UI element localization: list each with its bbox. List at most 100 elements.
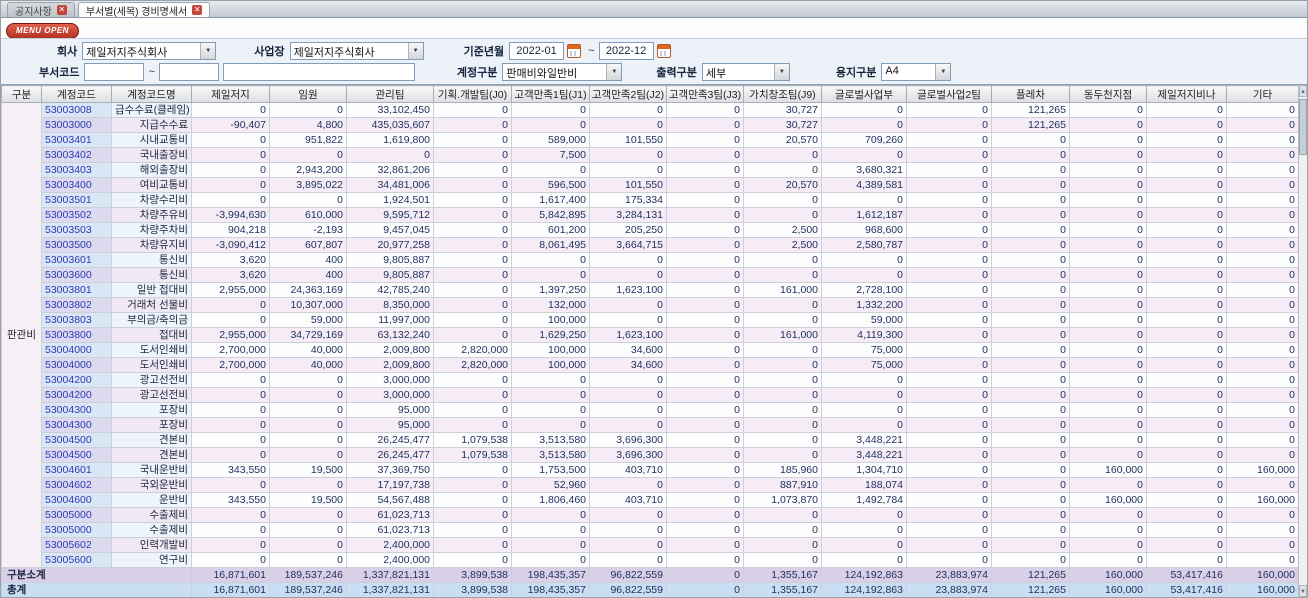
site-value: 제일저지주식회사 bbox=[293, 46, 375, 59]
table-row[interactable]: 53004602 국외운반비 0 0 17,197,738 0 52,960 0 0 887,91… bbox=[2, 477, 1299, 493]
table-row[interactable]: 판관비 53003008 급수수료(클레임) 0 0 33,102,450 0 0 0 0 30,7… bbox=[1, 102, 1299, 568]
table-row[interactable]: 53004200 광고선전비 0 0 3,000,000 0 0 0 0 0 0 0 0 0 0 0 bbox=[2, 387, 1299, 403]
total-row[interactable]: 총계 16,871,601 189,537,246 1,337,821,131 3,89… bbox=[1, 582, 1299, 597]
value-cell: 0 bbox=[743, 387, 822, 403]
table-row[interactable]: 53005000 수출제비 0 0 61,023,713 0 0 0 0 0 0 0 0 0 0 0 bbox=[2, 507, 1299, 523]
value-cell: 610,000 bbox=[269, 207, 347, 223]
table-row[interactable]: 53003403 해외출장비 0 2,943,200 32,861,206 0 0 0 0 0 3,… bbox=[2, 162, 1299, 178]
expense-table: 구분 계정코드 계정코드명 제일저지 임원 관리팀 기획.개발팀(J0) 고객만족1팀(J1)… bbox=[1, 85, 1299, 597]
table-row[interactable]: 53004300 포장비 0 0 95,000 0 0 0 0 0 0 0 0 0 0 0 bbox=[2, 402, 1299, 418]
account-type-select[interactable]: 판매비와일반비 ▼ bbox=[502, 62, 623, 81]
close-icon[interactable]: ✕ bbox=[192, 5, 203, 15]
value-cell: 0 bbox=[743, 537, 822, 553]
account-code: 53005602 bbox=[41, 537, 112, 553]
value-cell: 0 bbox=[906, 237, 992, 253]
table-row[interactable]: 53003503 차량주차비 904,218 -2,193 9,457,045 0 601,… bbox=[2, 222, 1299, 238]
table-row[interactable]: 53003501 차량수리비 0 0 1,924,501 0 1,617,400 175,33… bbox=[2, 192, 1299, 208]
value-cell: 0 bbox=[991, 132, 1070, 148]
value-cell: 0 bbox=[589, 147, 667, 163]
value-cell: 0 bbox=[1069, 342, 1147, 358]
site-select[interactable]: 제일저지주식회사 ▼ bbox=[289, 41, 424, 60]
value-cell: 0 bbox=[433, 147, 512, 163]
value-cell: 0 bbox=[1069, 477, 1147, 493]
table-row[interactable]: 53003000 지급수수료 -90,407 4,800 435,035,607 0 0 0 0… bbox=[2, 117, 1299, 133]
paper-type-select[interactable]: A4 ▼ bbox=[881, 62, 952, 81]
table-row[interactable]: 53004500 견본비 0 0 26,245,477 1,079,538 3,513,58… bbox=[2, 432, 1299, 448]
table-row[interactable]: 53005602 인력개발비 0 0 2,400,000 0 0 0 0 0 0 0 0 0 0 0 bbox=[2, 537, 1299, 553]
table-row[interactable]: 53003401 시내교통비 0 951,822 1,619,800 0 589,000 10… bbox=[2, 132, 1299, 148]
account-code: 53003802 bbox=[41, 297, 112, 313]
table-row[interactable]: 53003500 차량유지비 -3,090,412 607,807 20,977,258… bbox=[2, 237, 1299, 253]
output-type-select[interactable]: 세부 ▼ bbox=[701, 62, 790, 81]
subtotal-row[interactable]: 구분소계 16,871,601 189,537,246 1,337,821,131 3,… bbox=[1, 567, 1299, 583]
scroll-down-arrow[interactable]: ▼ bbox=[1299, 585, 1307, 597]
value-cell: 10,307,000 bbox=[269, 297, 347, 313]
value-cell: -3,994,630 bbox=[191, 207, 270, 223]
table-row[interactable]: 53003800 접대비 2,955,000 34,729,169 63,132,240… bbox=[2, 327, 1299, 343]
calendar-icon[interactable] bbox=[656, 43, 671, 58]
table-row[interactable]: 53004500 견본비 0 0 26,245,477 1,079,538 3,513,58… bbox=[2, 447, 1299, 463]
value-cell: 1,337,821,131 bbox=[346, 582, 434, 597]
tab-label: 공지사항 bbox=[15, 6, 52, 18]
table-row[interactable]: 53004601 국내운반비 343,550 19,500 37,369,750 0 1,7… bbox=[2, 462, 1299, 478]
table-row[interactable]: 53003803 부의금/축의금 0 59,000 11,997,000 0 100,000… bbox=[2, 312, 1299, 328]
tab-notice[interactable]: 공지사항 ✕ bbox=[7, 2, 75, 18]
vertical-scrollbar[interactable]: ▲ ▼ bbox=[1298, 85, 1307, 597]
table-row[interactable]: 53004000 도서인쇄비 2,700,000 40,000 2,009,800 2,8… bbox=[2, 357, 1299, 373]
table-row[interactable]: 53004600 운반비 343,550 19,500 54,567,488 0 1,806… bbox=[2, 492, 1299, 508]
account-code: 53004300 bbox=[41, 417, 112, 433]
close-icon[interactable]: ✕ bbox=[56, 5, 67, 15]
value-cell: 0 bbox=[191, 417, 270, 433]
table-row[interactable]: 53003502 차량주유비 -3,994,630 610,000 9,595,712 0… bbox=[2, 207, 1299, 223]
company-select[interactable]: 제일저지주식회사 ▼ bbox=[82, 41, 217, 60]
table-row[interactable]: 53003400 여비교통비 0 3,895,022 34,481,006 0 596,50… bbox=[2, 177, 1299, 193]
table-row[interactable]: 53003600 통신비 3,620 400 9,805,887 0 0 0 0 0 0 0 0 0 0 0 bbox=[2, 267, 1299, 283]
value-cell: 54,567,488 bbox=[346, 492, 434, 508]
period-to-input[interactable] bbox=[598, 41, 654, 60]
chevron-down-icon: ▼ bbox=[606, 63, 622, 80]
table-row[interactable]: 53004200 광고선전비 0 0 3,000,000 0 0 0 0 0 0 0 0 0 0 0 bbox=[2, 372, 1299, 388]
value-cell: 0 bbox=[1069, 117, 1147, 133]
account-code: 53003800 bbox=[41, 327, 112, 343]
value-cell: 9,457,045 bbox=[346, 222, 434, 238]
value-cell: 0 bbox=[906, 147, 992, 163]
value-cell: 0 bbox=[269, 477, 347, 493]
period-from-input[interactable] bbox=[509, 41, 565, 60]
table-row[interactable]: 53005600 연구비 0 0 2,400,000 0 0 0 0 0 0 0 0 0 0 0 bbox=[2, 552, 1299, 568]
table-row[interactable]: 53003601 통신비 3,620 400 9,805,887 0 0 0 0 0 0 0 0 0 0 0 bbox=[2, 252, 1299, 268]
value-cell: 4,800 bbox=[269, 117, 347, 133]
value-cell: 160,000 bbox=[1226, 567, 1299, 583]
calendar-icon[interactable] bbox=[567, 43, 582, 58]
value-cell: 0 bbox=[743, 162, 822, 178]
table-row[interactable]: 53004000 도서인쇄비 2,700,000 40,000 2,009,800 2,8… bbox=[2, 342, 1299, 358]
value-cell: 2,580,787 bbox=[821, 237, 907, 253]
value-cell: 0 bbox=[589, 477, 667, 493]
scroll-up-arrow[interactable]: ▲ bbox=[1299, 85, 1307, 97]
table-row[interactable]: 53005000 수출제비 0 0 61,023,713 0 0 0 0 0 0 0 0 0 0 0 bbox=[2, 522, 1299, 538]
scroll-thumb[interactable] bbox=[1299, 99, 1307, 155]
dept-from-input[interactable] bbox=[84, 62, 145, 81]
value-cell: 0 bbox=[589, 312, 667, 328]
table-row[interactable]: 53003801 일반 접대비 2,955,000 24,363,169 42,785,… bbox=[2, 282, 1299, 298]
value-cell: 37,369,750 bbox=[346, 462, 434, 478]
menu-open-button[interactable]: MENU OPEN bbox=[6, 23, 79, 39]
account-type-label: 계정구분 bbox=[456, 66, 498, 79]
dept-name-input[interactable] bbox=[222, 62, 415, 81]
tab-expense-report[interactable]: 부서별(세목) 경비명세서 ✕ bbox=[77, 2, 211, 18]
value-cell: 0 bbox=[433, 327, 512, 343]
account-name: 견본비 bbox=[111, 447, 192, 463]
table-row[interactable]: 53003802 거래처 선물비 0 10,307,000 8,350,000 0 132,… bbox=[2, 297, 1299, 313]
value-cell: 1,332,200 bbox=[821, 297, 907, 313]
value-cell: 3,284,131 bbox=[589, 207, 667, 223]
value-cell: 0 bbox=[511, 162, 590, 178]
table-row[interactable]: 53003402 국내출장비 0 0 0 0 7,500 0 0 0 0 0 0 0 0 0 bbox=[2, 147, 1299, 163]
value-cell: 2,955,000 bbox=[191, 327, 270, 343]
value-cell: 0 bbox=[906, 462, 992, 478]
toolbar: MENU OPEN bbox=[1, 18, 1307, 39]
value-cell: 40,000 bbox=[269, 357, 347, 373]
value-cell: 3,000,000 bbox=[346, 372, 434, 388]
value-cell: 0 bbox=[906, 102, 992, 118]
dept-to-input[interactable] bbox=[158, 62, 219, 81]
value-cell: 3,513,580 bbox=[511, 432, 590, 448]
table-row[interactable]: 53004300 포장비 0 0 95,000 0 0 0 0 0 0 0 0 0 0 0 bbox=[2, 417, 1299, 433]
